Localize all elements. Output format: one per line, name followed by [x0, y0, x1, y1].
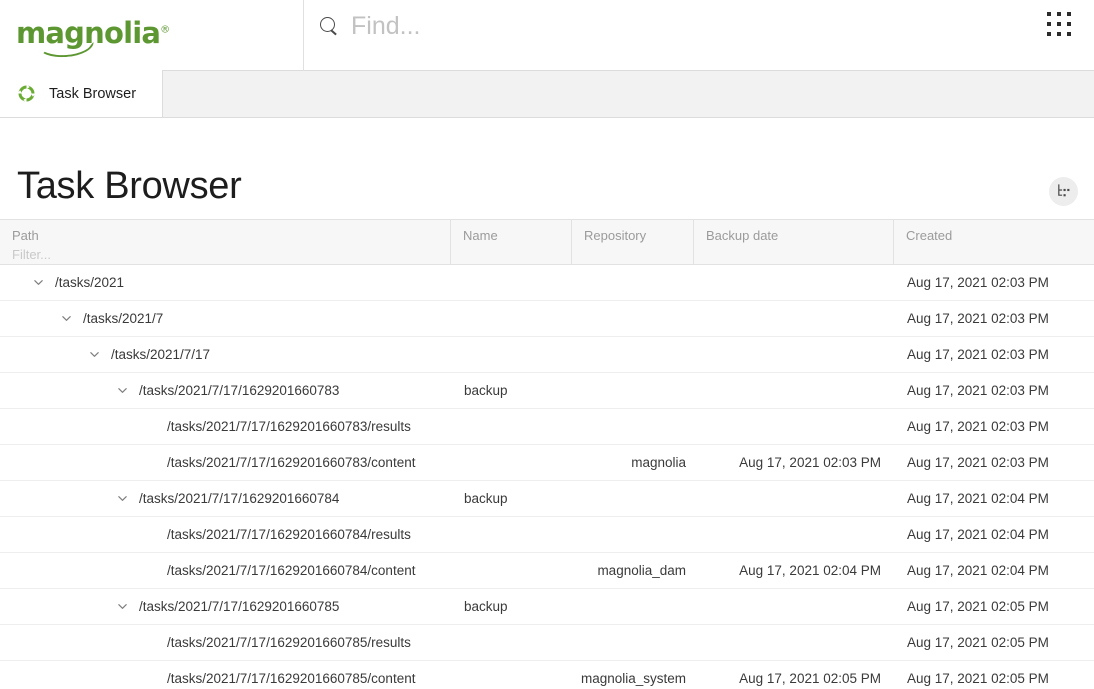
chevron-down-icon[interactable]	[111, 493, 133, 504]
page-title: Task Browser	[17, 164, 242, 207]
column-header-repository[interactable]: Repository	[572, 220, 694, 264]
table-row[interactable]: /tasks/2021/7/17/1629201660785/content ma…	[0, 661, 1094, 689]
cell-created: Aug 17, 2021 02:03 PM	[907, 383, 1049, 398]
path-label: /tasks/2021/7/17/1629201660785/content	[167, 671, 416, 686]
column-header-backup-date[interactable]: Backup date	[694, 220, 894, 264]
column-header-path[interactable]: Path	[0, 220, 451, 264]
path-label: /tasks/2021	[55, 275, 125, 290]
cell-backup-date: Aug 17, 2021 02:04 PM	[739, 563, 881, 578]
column-header-label: Backup date	[706, 228, 779, 243]
cell-path[interactable]: /tasks/2021/7/17/1629201660785	[0, 589, 451, 624]
cell-path[interactable]: /tasks/2021/7/17/1629201660784/results	[0, 517, 451, 552]
table-row[interactable]: /tasks/2021/7/17/1629201660784 backup Aug …	[0, 481, 1094, 517]
chevron-down-icon[interactable]	[111, 385, 133, 396]
column-header-name[interactable]: Name	[451, 220, 572, 264]
cell-created: Aug 17, 2021 02:05 PM	[907, 671, 1049, 686]
table-row[interactable]: /tasks/2021/7/17/1629201660785/results Au…	[0, 625, 1094, 661]
cell-repository: magnolia_dam	[597, 563, 686, 578]
cell-backup-date: Aug 17, 2021 02:05 PM	[739, 671, 881, 686]
table-row[interactable]: /tasks/2021 Aug 17, 2021 02:03 PM	[0, 265, 1094, 301]
cell-name: backup	[464, 599, 508, 614]
cell-path[interactable]: /tasks/2021/7/17/1629201660784	[0, 481, 451, 516]
table-row[interactable]: /tasks/2021/7/17 Aug 17, 2021 02:03 PM	[0, 337, 1094, 373]
cell-backup-date: Aug 17, 2021 02:03 PM	[739, 455, 881, 470]
table-row[interactable]: /tasks/2021/7/17/1629201660785 backup Aug …	[0, 589, 1094, 625]
logo-registered-mark: ®	[160, 24, 171, 36]
table-row[interactable]: /tasks/2021/7/17/1629201660784/results Au…	[0, 517, 1094, 553]
cell-path[interactable]: /tasks/2021/7/17	[0, 337, 451, 372]
cell-created: Aug 17, 2021 02:03 PM	[907, 419, 1049, 434]
path-label: /tasks/2021/7/17/1629201660785/results	[167, 635, 411, 650]
table-row[interactable]: /tasks/2021/7/17/1629201660783/results Au…	[0, 409, 1094, 445]
cell-name: backup	[464, 491, 508, 506]
global-search-zone	[304, 0, 1024, 71]
app-launcher-button[interactable]	[1024, 0, 1094, 70]
app-header: magnolia®	[0, 0, 1094, 71]
path-label: /tasks/2021/7/17/1629201660784/results	[167, 527, 411, 542]
recycle-icon	[17, 84, 36, 103]
table-header-row: Path Name Repository Backup date Created	[0, 219, 1094, 265]
path-filter-input[interactable]	[12, 247, 407, 262]
logo-swash-decoration	[37, 42, 95, 59]
table-row[interactable]: /tasks/2021/7 Aug 17, 2021 02:03 PM	[0, 301, 1094, 337]
column-header-created[interactable]: Created	[894, 220, 1094, 264]
cell-created: Aug 17, 2021 02:04 PM	[907, 563, 1049, 578]
cell-created: Aug 17, 2021 02:03 PM	[907, 275, 1049, 290]
cell-path[interactable]: /tasks/2021/7/17/1629201660783/content	[0, 445, 451, 480]
task-browser-table: Path Name Repository Backup date Created…	[0, 219, 1094, 689]
cell-created: Aug 17, 2021 02:04 PM	[907, 527, 1049, 542]
path-label: /tasks/2021/7/17/1629201660784	[139, 491, 340, 506]
cell-created: Aug 17, 2021 02:04 PM	[907, 491, 1049, 506]
column-header-label: Created	[906, 228, 953, 243]
search-input[interactable]	[351, 11, 871, 41]
brand-logo-zone[interactable]: magnolia®	[0, 0, 304, 71]
tab-label: Task Browser	[49, 85, 137, 102]
path-label: /tasks/2021/7/17/1629201660783/results	[167, 419, 411, 434]
magnolia-logo[interactable]: magnolia®	[16, 19, 171, 59]
chevron-down-icon[interactable]	[111, 601, 133, 612]
chevron-down-icon[interactable]	[55, 313, 77, 324]
cell-created: Aug 17, 2021 02:05 PM	[907, 635, 1049, 650]
cell-created: Aug 17, 2021 02:03 PM	[907, 455, 1049, 470]
path-label: /tasks/2021/7/17/1629201660784/content	[167, 563, 416, 578]
page-content: Task Browser Path Name	[0, 118, 1094, 689]
tree-hierarchy-icon	[1056, 183, 1071, 201]
tree-view-toggle-button[interactable]	[1049, 177, 1078, 206]
column-header-label: Name	[463, 228, 498, 243]
cell-path[interactable]: /tasks/2021/7	[0, 301, 451, 336]
apps-grid-icon	[1047, 12, 1071, 36]
cell-repository: magnolia_system	[580, 671, 686, 686]
cell-name: backup	[464, 383, 508, 398]
chevron-down-icon[interactable]	[83, 349, 105, 360]
search-icon	[320, 16, 339, 36]
cell-created: Aug 17, 2021 02:05 PM	[907, 599, 1049, 614]
column-header-label: Path	[12, 228, 39, 243]
tab-bar: Task Browser	[0, 70, 1094, 118]
cell-path[interactable]: /tasks/2021/7/17/1629201660785/content	[0, 661, 451, 689]
path-label: /tasks/2021/7	[83, 311, 164, 326]
chevron-down-icon[interactable]	[27, 277, 49, 288]
cell-path[interactable]: /tasks/2021/7/17/1629201660783/results	[0, 409, 451, 444]
cell-created: Aug 17, 2021 02:03 PM	[907, 347, 1049, 362]
table-row[interactable]: /tasks/2021/7/17/1629201660784/content ma…	[0, 553, 1094, 589]
cell-created: Aug 17, 2021 02:03 PM	[907, 311, 1049, 326]
cell-path[interactable]: /tasks/2021/7/17/1629201660784/content	[0, 553, 451, 588]
table-body: /tasks/2021 Aug 17, 2021 02:03 PM/tasks/2…	[0, 265, 1094, 689]
cell-repository: magnolia	[631, 455, 686, 470]
table-row[interactable]: /tasks/2021/7/17/1629201660783/content ma…	[0, 445, 1094, 481]
table-row[interactable]: /tasks/2021/7/17/1629201660783 backup Aug …	[0, 373, 1094, 409]
tab-task-browser[interactable]: Task Browser	[0, 70, 164, 117]
cell-path[interactable]: /tasks/2021/7/17/1629201660785/results	[0, 625, 451, 660]
column-header-label: Repository	[584, 228, 647, 243]
path-label: /tasks/2021/7/17	[111, 347, 211, 362]
path-label: /tasks/2021/7/17/1629201660783	[139, 383, 340, 398]
cell-path[interactable]: /tasks/2021/7/17/1629201660783	[0, 373, 451, 408]
path-label: /tasks/2021/7/17/1629201660783/content	[167, 455, 416, 470]
cell-path[interactable]: /tasks/2021	[0, 265, 451, 300]
path-label: /tasks/2021/7/17/1629201660785	[139, 599, 340, 614]
page-title-row: Task Browser	[0, 118, 1094, 219]
